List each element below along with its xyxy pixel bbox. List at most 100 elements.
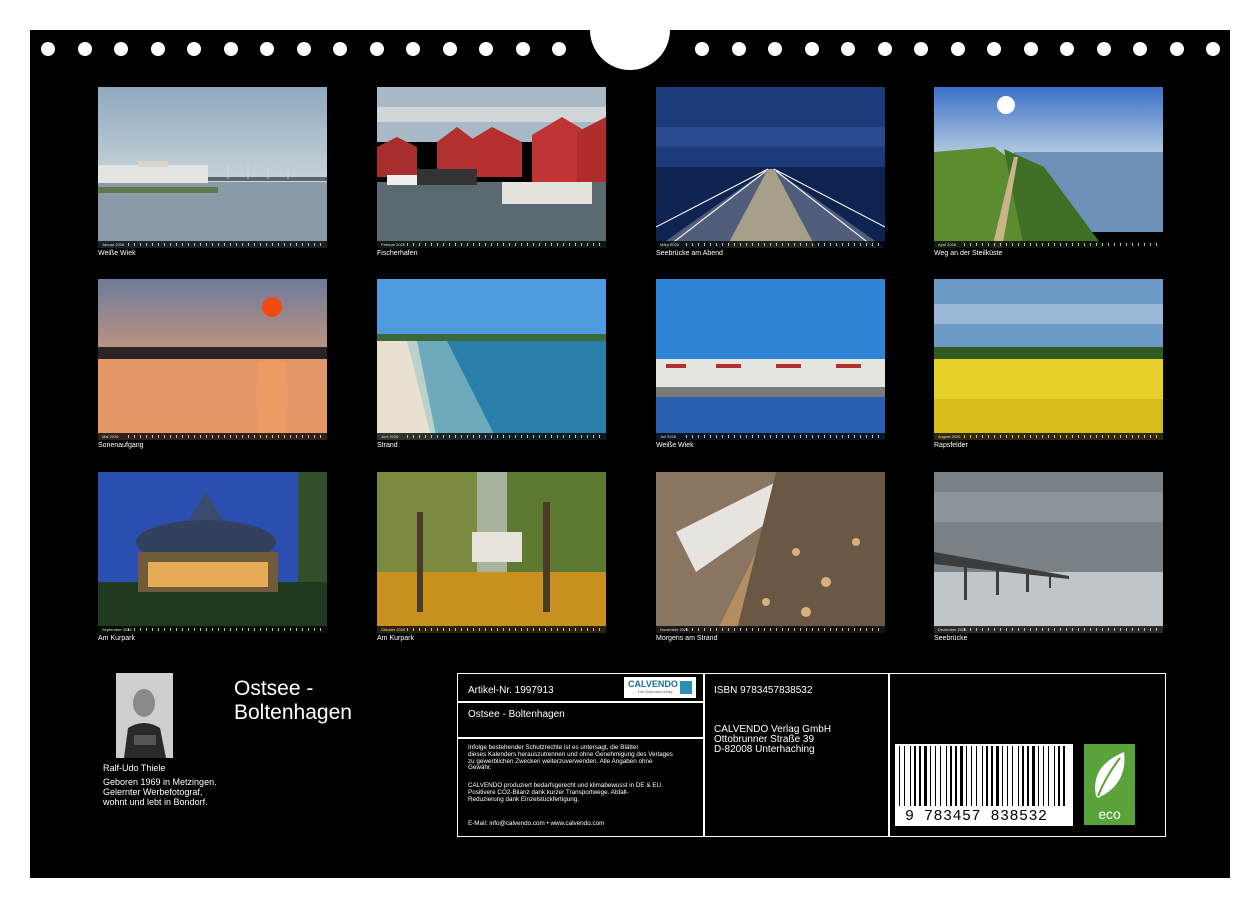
binding-hole: [223, 42, 238, 56]
calendar-strip: September 2026: [98, 626, 327, 633]
photo-november: November 2026: [656, 472, 885, 633]
calendar-strip: Februar 2026: [377, 241, 606, 248]
binding-hole: [77, 42, 92, 56]
binding-hole: [987, 42, 1001, 56]
calendar-strip: Mai 2026: [98, 433, 327, 440]
binding-hole: [1169, 42, 1184, 56]
binding-hole: [333, 42, 347, 56]
barcode-bars: [899, 746, 1065, 806]
legal-notice: Infolge bestehender Schutzrechte ist es …: [468, 744, 700, 772]
eco-notice: CALVENDO produziert bedarfsgerecht und k…: [468, 782, 700, 803]
caption-july: Weiße Wiek: [656, 442, 694, 449]
author-bio-line: Gelernter Werbefotograf,: [103, 787, 203, 797]
month-label: Februar 2026: [381, 242, 406, 247]
article-number: Artikel-Nr. 1997913: [468, 685, 554, 696]
barcode-bar: [1038, 746, 1039, 806]
legal-line: zu gewerblichen Zwecken weiterzuverwende…: [468, 757, 653, 765]
barcode-bar: [899, 746, 900, 806]
author-bio-line: Geboren 1969 in Metzingen.: [103, 777, 217, 787]
divider: [703, 674, 705, 836]
publisher-address: CALVENDO Verlag GmbH Ottobrunner Straße …: [714, 725, 831, 755]
calendar-strip: Januar 2026: [98, 241, 327, 248]
calendar-strip: März 2026: [656, 241, 885, 248]
binding-hole: [841, 42, 855, 56]
binding-hole: [877, 42, 892, 56]
binding-hole: [41, 42, 55, 56]
barcode-bar: [1018, 746, 1019, 806]
photo-august: August 2026: [934, 279, 1163, 440]
binding-hole: [442, 42, 457, 56]
month-label: Juni 2026: [381, 434, 399, 439]
binding-hole: [479, 42, 493, 56]
caption-march: Seebrücke am Abend: [656, 250, 723, 257]
barcode-bar: [919, 746, 921, 806]
photo-march: März 2026: [656, 87, 885, 248]
contact-info: E-Mail: info@calvendo.com • www.calvendo…: [468, 820, 605, 827]
caption-october: Am Kurpark: [377, 635, 414, 642]
binding-hole: [731, 42, 746, 56]
divider: [888, 674, 890, 836]
calendar-back-sheet: Januar 2026 Februar 2026 März 2026 April…: [30, 0, 1230, 878]
barcode-bar: [1012, 746, 1013, 806]
barcode-bar: [996, 746, 999, 806]
calendar-strip: August 2026: [934, 433, 1163, 440]
barcode-bar: [914, 746, 916, 806]
binding-hole: [260, 42, 274, 56]
barcode-bar: [910, 746, 911, 806]
binding-hole: [114, 42, 128, 56]
caption-december: Seebrücke: [934, 635, 968, 642]
barcode-bar: [1032, 746, 1035, 806]
logo-text: CALVENDO: [628, 679, 678, 689]
eco-line: Reduzierung dank Einzelstückfertigung.: [468, 795, 579, 803]
caption-august: Rapsfelder: [934, 442, 968, 449]
barcode-bar: [1043, 746, 1044, 806]
binding-hole: [804, 42, 819, 56]
author-bio-line: wohnt und lebt in Bondorf.: [103, 797, 208, 807]
binding-hole: [369, 42, 384, 56]
photo-april: April 2026: [934, 87, 1163, 248]
photo-october: Oktober 2026: [377, 472, 606, 633]
calendar-strip: Juni 2026: [377, 433, 606, 440]
photo-june: Juni 2026: [377, 279, 606, 440]
photo-february: Februar 2026: [377, 87, 606, 248]
calendar-title: Ostsee - Boltenhagen: [234, 677, 352, 725]
author-bio: Geboren 1969 in Metzingen. Gelernter Wer…: [103, 777, 217, 807]
caption-april: Weg an der Steilküste: [934, 250, 1003, 257]
binding-hole: [768, 42, 782, 56]
barcode-bar: [1054, 746, 1055, 806]
barcode-bar: [991, 746, 993, 806]
binding-hole: [1023, 42, 1038, 56]
calendar-strip: Dezember 2026: [934, 626, 1163, 633]
binding-hole: [1060, 42, 1074, 56]
barcode-bar: [935, 746, 936, 806]
binding-hole: [1133, 42, 1147, 56]
isbn: ISBN 9783457838532: [714, 685, 813, 696]
binding-hole: [406, 42, 420, 56]
photo-december: Dezember 2026: [934, 472, 1163, 633]
barcode: 9 783457 838532: [895, 744, 1073, 826]
barcode-bar: [960, 746, 963, 806]
product-info-box: Artikel-Nr. 1997913 CALVENDO Der Kalende…: [457, 673, 1166, 837]
month-label: Oktober 2026: [381, 627, 406, 632]
barcode-bar: [930, 746, 931, 806]
month-label: Mai 2026: [102, 434, 119, 439]
binding-hole: [695, 42, 709, 56]
title-line: Ostsee -: [234, 677, 314, 700]
barcode-bar: [950, 746, 952, 806]
month-label: Dezember 2026: [938, 627, 967, 632]
barcode-bar: [1063, 746, 1065, 806]
binding-hole: [1206, 42, 1220, 56]
month-label: Juli 2026: [660, 434, 677, 439]
binding-hole: [150, 42, 165, 56]
eco-label: eco: [1098, 806, 1121, 822]
barcode-bar: [966, 746, 967, 806]
binding-hole: [914, 42, 928, 56]
month-label: April 2026: [938, 242, 957, 247]
month-label: Januar 2026: [102, 242, 125, 247]
barcode-digits: 9 783457 838532: [905, 808, 1048, 825]
caption-june: Strand: [377, 442, 398, 449]
binding-hole: [515, 42, 530, 56]
barcode-bar: [955, 746, 957, 806]
barcode-bar: [1027, 746, 1029, 806]
barcode-bar: [904, 746, 905, 806]
